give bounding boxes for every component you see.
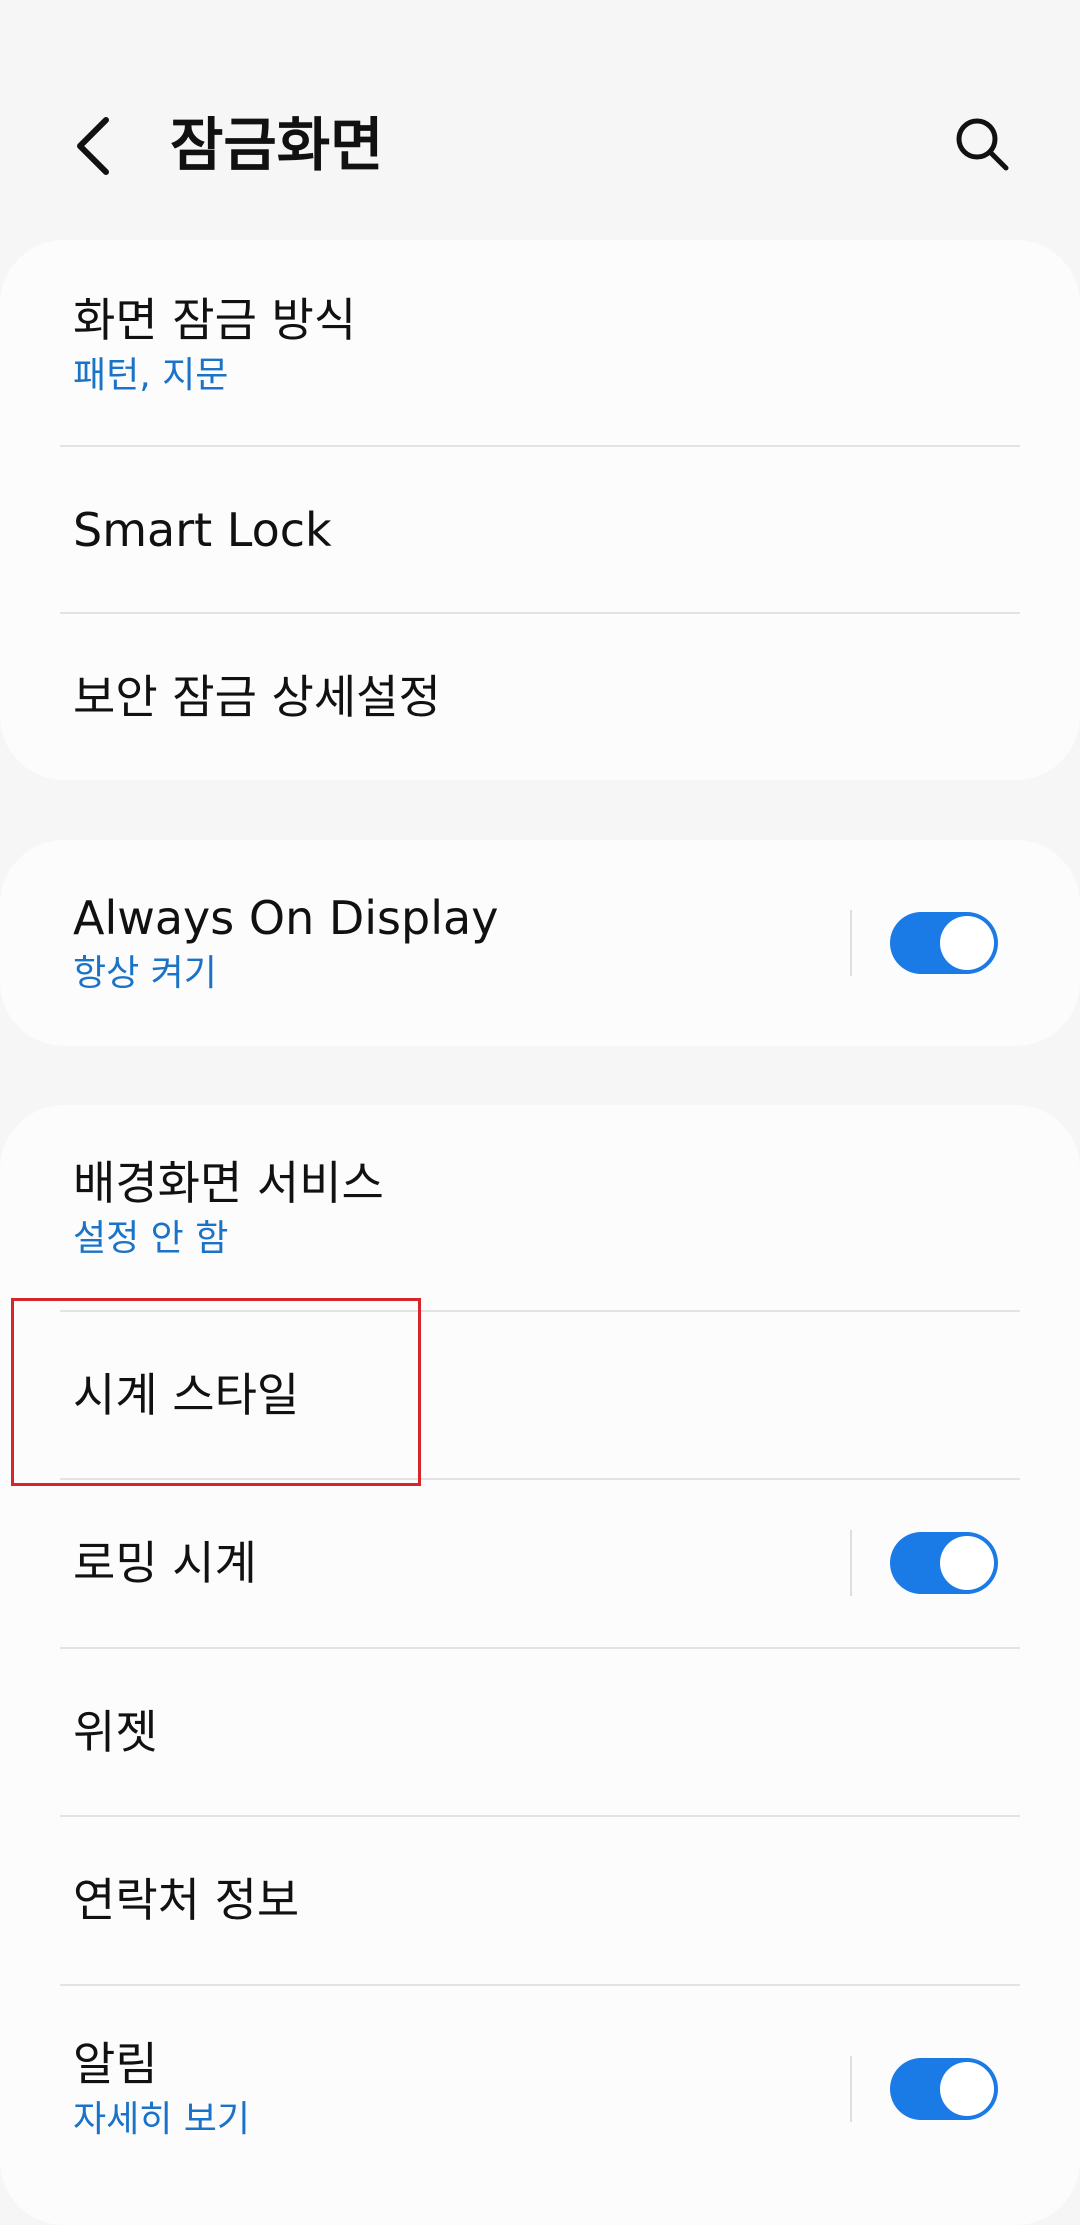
- list-item-wallpaper-services[interactable]: 배경화면 서비스 설정 안 함: [0, 1105, 1080, 1311]
- list-item-roaming-clock[interactable]: 로밍 시계: [0, 1480, 1080, 1646]
- item-label: 연락처 정보: [73, 1873, 300, 1927]
- item-label: 알림: [73, 2037, 158, 2091]
- list-item-screen-lock-type[interactable]: 화면 잠금 방식 패턴, 지문: [0, 240, 1080, 446]
- divider-vertical: [850, 2056, 852, 2122]
- back-button[interactable]: [66, 110, 126, 180]
- toggle-knob: [940, 2062, 994, 2116]
- item-label: 화면 잠금 방식: [73, 293, 357, 347]
- item-summary: 자세히 보기: [73, 2099, 251, 2140]
- item-label: 보안 잠금 상세설정: [73, 670, 441, 724]
- item-label: 위젯: [73, 1705, 158, 1759]
- search-button[interactable]: [950, 112, 1014, 176]
- item-summary: 설정 안 함: [73, 1218, 229, 1259]
- toggle-knob: [940, 1536, 994, 1590]
- item-label: Always On Display: [73, 891, 499, 945]
- page-title: 잠금화면: [170, 111, 384, 179]
- list-item-secure-lock-settings[interactable]: 보안 잠금 상세설정: [0, 614, 1080, 780]
- security-settings-card: 화면 잠금 방식 패턴, 지문 Smart Lock 보안 잠금 상세설정: [0, 240, 1080, 780]
- aod-card: Always On Display 항상 켜기: [0, 840, 1080, 1046]
- search-icon: [956, 118, 1009, 171]
- item-label: 로밍 시계: [73, 1536, 257, 1590]
- item-summary: 패턴, 지문: [73, 355, 229, 396]
- toggle-knob: [940, 916, 994, 970]
- chevron-left-icon: [77, 117, 109, 175]
- notifications-toggle[interactable]: [890, 2058, 998, 2120]
- highlight-box: [11, 1298, 421, 1486]
- roaming-clock-toggle[interactable]: [890, 1532, 998, 1594]
- divider-vertical: [850, 1530, 852, 1596]
- list-item-widgets[interactable]: 위젯: [0, 1649, 1080, 1815]
- item-label: Smart Lock: [73, 503, 332, 557]
- list-item-always-on-display[interactable]: Always On Display 항상 켜기: [0, 840, 1080, 1046]
- aod-toggle[interactable]: [890, 912, 998, 974]
- item-label: 배경화면 서비스: [73, 1156, 384, 1210]
- item-summary: 항상 켜기: [73, 953, 217, 994]
- list-item-smart-lock[interactable]: Smart Lock: [0, 447, 1080, 613]
- divider-vertical: [850, 910, 852, 976]
- list-item-notifications[interactable]: 알림 자세히 보기: [0, 1986, 1080, 2186]
- display-options-card: 배경화면 서비스 설정 안 함 시계 스타일 로밍 시계 위젯 연락처 정보 알…: [0, 1105, 1080, 2225]
- top-app-bar: 잠금화면: [0, 0, 1080, 240]
- list-item-contact-info[interactable]: 연락처 정보: [0, 1817, 1080, 1983]
